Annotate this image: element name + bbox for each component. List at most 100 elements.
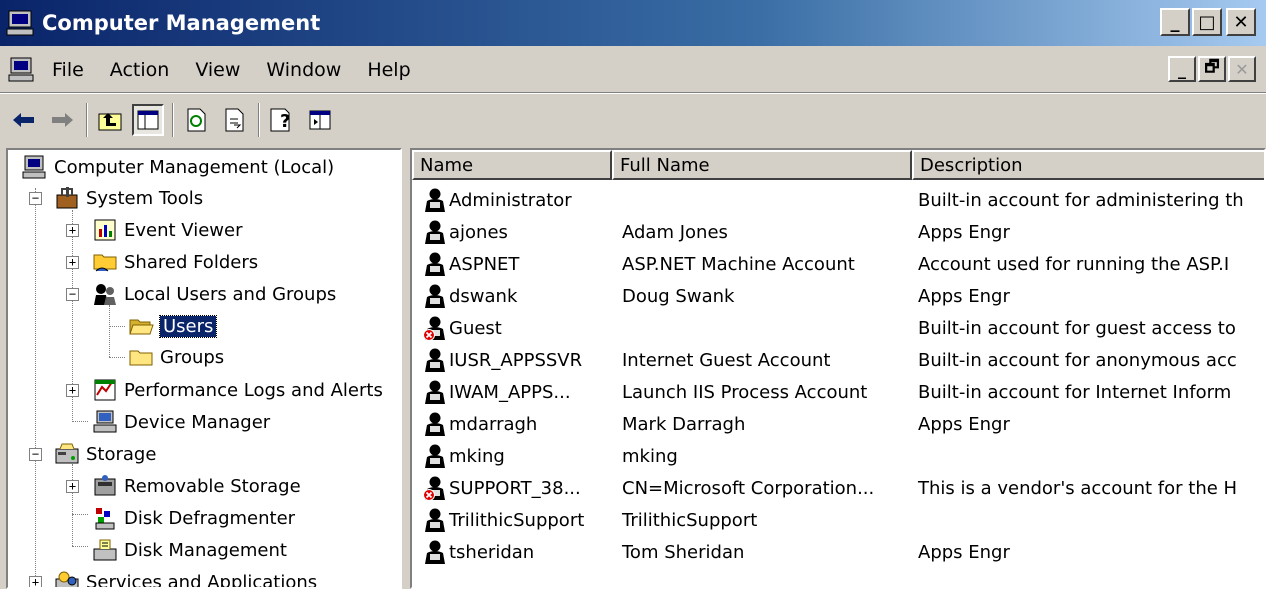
- tree-item-removable-storage[interactable]: Removable Storage: [92, 471, 301, 501]
- tree-label: Disk Management: [124, 539, 287, 561]
- mmc-system-menu-icon[interactable]: [8, 57, 36, 83]
- table-row[interactable]: Administrator Built-in account for admini…: [412, 184, 1264, 216]
- tree-item-users[interactable]: Users: [128, 311, 218, 341]
- menu-view[interactable]: View: [195, 59, 240, 81]
- table-row[interactable]: mdarragh Mark Darragh Apps Engr: [412, 408, 1264, 440]
- cell-description: Apps Engr: [918, 541, 1010, 563]
- minimize-button[interactable]: _: [1160, 8, 1190, 36]
- cell-name: IWAM_APPS...: [412, 379, 612, 405]
- details-list-view[interactable]: Name Full Name Description Administrator…: [410, 148, 1266, 589]
- cell-full-name: TrilithicSupport: [622, 509, 758, 531]
- table-row[interactable]: IWAM_APPS... Launch IIS Process Account Bu…: [412, 376, 1264, 408]
- menu-help[interactable]: Help: [367, 59, 410, 81]
- user-icon: [425, 380, 445, 404]
- close-button[interactable]: ✕: [1226, 8, 1256, 36]
- refresh-button[interactable]: [180, 104, 212, 136]
- show-hide-action-pane-icon: [309, 110, 331, 130]
- user-name: IWAM_APPS...: [449, 381, 571, 403]
- tree-label: Event Viewer: [124, 219, 243, 241]
- back-arrow-icon: [13, 113, 34, 127]
- tree-item-performance-logs[interactable]: Performance Logs and Alerts: [92, 375, 383, 405]
- table-row[interactable]: TrilithicSupport TrilithicSupport: [412, 504, 1264, 536]
- column-header-name[interactable]: Name: [412, 150, 612, 180]
- tree-item-system-tools[interactable]: System Tools: [54, 183, 203, 213]
- forward-button[interactable]: [46, 104, 78, 136]
- tree-label-selected: Users: [158, 314, 218, 338]
- menu-window[interactable]: Window: [266, 59, 341, 81]
- expand-toggle[interactable]: +: [29, 576, 42, 587]
- user-name: ASPNET: [449, 253, 520, 275]
- expand-toggle[interactable]: +: [66, 480, 79, 493]
- services-applications-icon: [55, 571, 79, 587]
- tree-item-services-applications[interactable]: Services and Applications: [54, 567, 317, 587]
- tree-item-storage[interactable]: Storage: [54, 439, 156, 469]
- help-icon: ?: [270, 108, 290, 132]
- cell-description: Built-in account for Internet Inform: [918, 381, 1232, 403]
- removable-storage-icon: [94, 475, 116, 496]
- export-list-button[interactable]: [218, 104, 250, 136]
- tree-label: Device Manager: [124, 411, 271, 433]
- folder-icon: [129, 350, 153, 366]
- tree-item-disk-defragmenter[interactable]: Disk Defragmenter: [92, 503, 295, 533]
- cell-description: This is a vendor's account for the H: [918, 477, 1238, 499]
- column-header-description[interactable]: Description: [912, 150, 1264, 180]
- tree-item-root[interactable]: Computer Management (Local): [22, 152, 334, 182]
- export-list-icon: [225, 108, 244, 132]
- cell-description: Apps Engr: [918, 413, 1010, 435]
- show-hide-action-pane-button[interactable]: [304, 104, 336, 136]
- list-header: Name Full Name Description: [412, 150, 1264, 180]
- expand-toggle[interactable]: +: [66, 384, 79, 397]
- tree-connector: [109, 305, 110, 357]
- expand-toggle[interactable]: +: [66, 224, 79, 237]
- user-icon: [425, 284, 445, 308]
- toolbar-separator: [86, 103, 88, 137]
- child-minimize-button[interactable]: _: [1168, 56, 1196, 82]
- up-one-level-button[interactable]: [94, 104, 126, 136]
- user-icon: [425, 348, 445, 372]
- tree-item-event-viewer[interactable]: Event Viewer: [92, 215, 242, 245]
- tree-connector: [72, 464, 73, 546]
- shared-folder-icon: [93, 254, 117, 272]
- table-row[interactable]: dswank Doug Swank Apps Engr: [412, 280, 1264, 312]
- toolbar-separator: [172, 103, 174, 137]
- table-row[interactable]: mking mking: [412, 440, 1264, 472]
- table-row[interactable]: ajones Adam Jones Apps Engr: [412, 216, 1264, 248]
- tree-connector: [35, 188, 36, 587]
- table-row[interactable]: IUSR_APPSSVR Internet Guest Account Built-…: [412, 344, 1264, 376]
- toolbar: ?: [0, 96, 1266, 144]
- cell-name: ajones: [412, 219, 612, 245]
- tree-item-device-manager[interactable]: Device Manager: [92, 407, 270, 437]
- users-group-icon: [94, 284, 116, 305]
- table-row[interactable]: tsheridan Tom Sheridan Apps Engr: [412, 536, 1264, 568]
- user-icon: [425, 220, 445, 244]
- collapse-toggle[interactable]: −: [29, 448, 42, 461]
- tree-item-disk-management[interactable]: Disk Management: [92, 535, 287, 565]
- show-hide-tree-button[interactable]: [132, 104, 164, 136]
- user-name: ajones: [449, 221, 508, 243]
- svg-text:?: ?: [280, 111, 290, 132]
- cell-full-name: Launch IIS Process Account: [622, 381, 868, 403]
- device-manager-icon: [93, 410, 117, 433]
- menu-action[interactable]: Action: [110, 59, 170, 81]
- performance-logs-icon: [94, 379, 116, 401]
- tree-item-shared-folders[interactable]: Shared Folders: [92, 247, 258, 277]
- maximize-button[interactable]: □: [1192, 8, 1222, 36]
- up-one-level-icon: [98, 113, 122, 131]
- table-row[interactable]: SUPPORT_38... CN=Microsoft Corporation...…: [412, 472, 1264, 504]
- table-row[interactable]: Guest Built-in account for guest access t…: [412, 312, 1264, 344]
- title-bar[interactable]: Computer Management _ □ ✕: [0, 0, 1266, 46]
- help-button[interactable]: ?: [266, 104, 298, 136]
- expand-toggle[interactable]: +: [66, 256, 79, 269]
- cell-description: Apps Engr: [918, 285, 1010, 307]
- tree-item-local-users-groups[interactable]: Local Users and Groups: [92, 279, 336, 309]
- child-restore-button[interactable]: 🗗: [1198, 56, 1226, 82]
- menu-file[interactable]: File: [52, 59, 84, 81]
- collapse-toggle[interactable]: −: [66, 288, 79, 301]
- tree-item-groups[interactable]: Groups: [128, 342, 224, 372]
- console-tree[interactable]: Computer Management (Local) − System Too…: [6, 148, 402, 589]
- back-button[interactable]: [8, 104, 40, 136]
- table-row[interactable]: ASPNET ASP.NET Machine Account Account use…: [412, 248, 1264, 280]
- column-header-full-name[interactable]: Full Name: [612, 150, 912, 180]
- cell-name: TrilithicSupport: [412, 507, 612, 533]
- collapse-toggle[interactable]: −: [29, 192, 42, 205]
